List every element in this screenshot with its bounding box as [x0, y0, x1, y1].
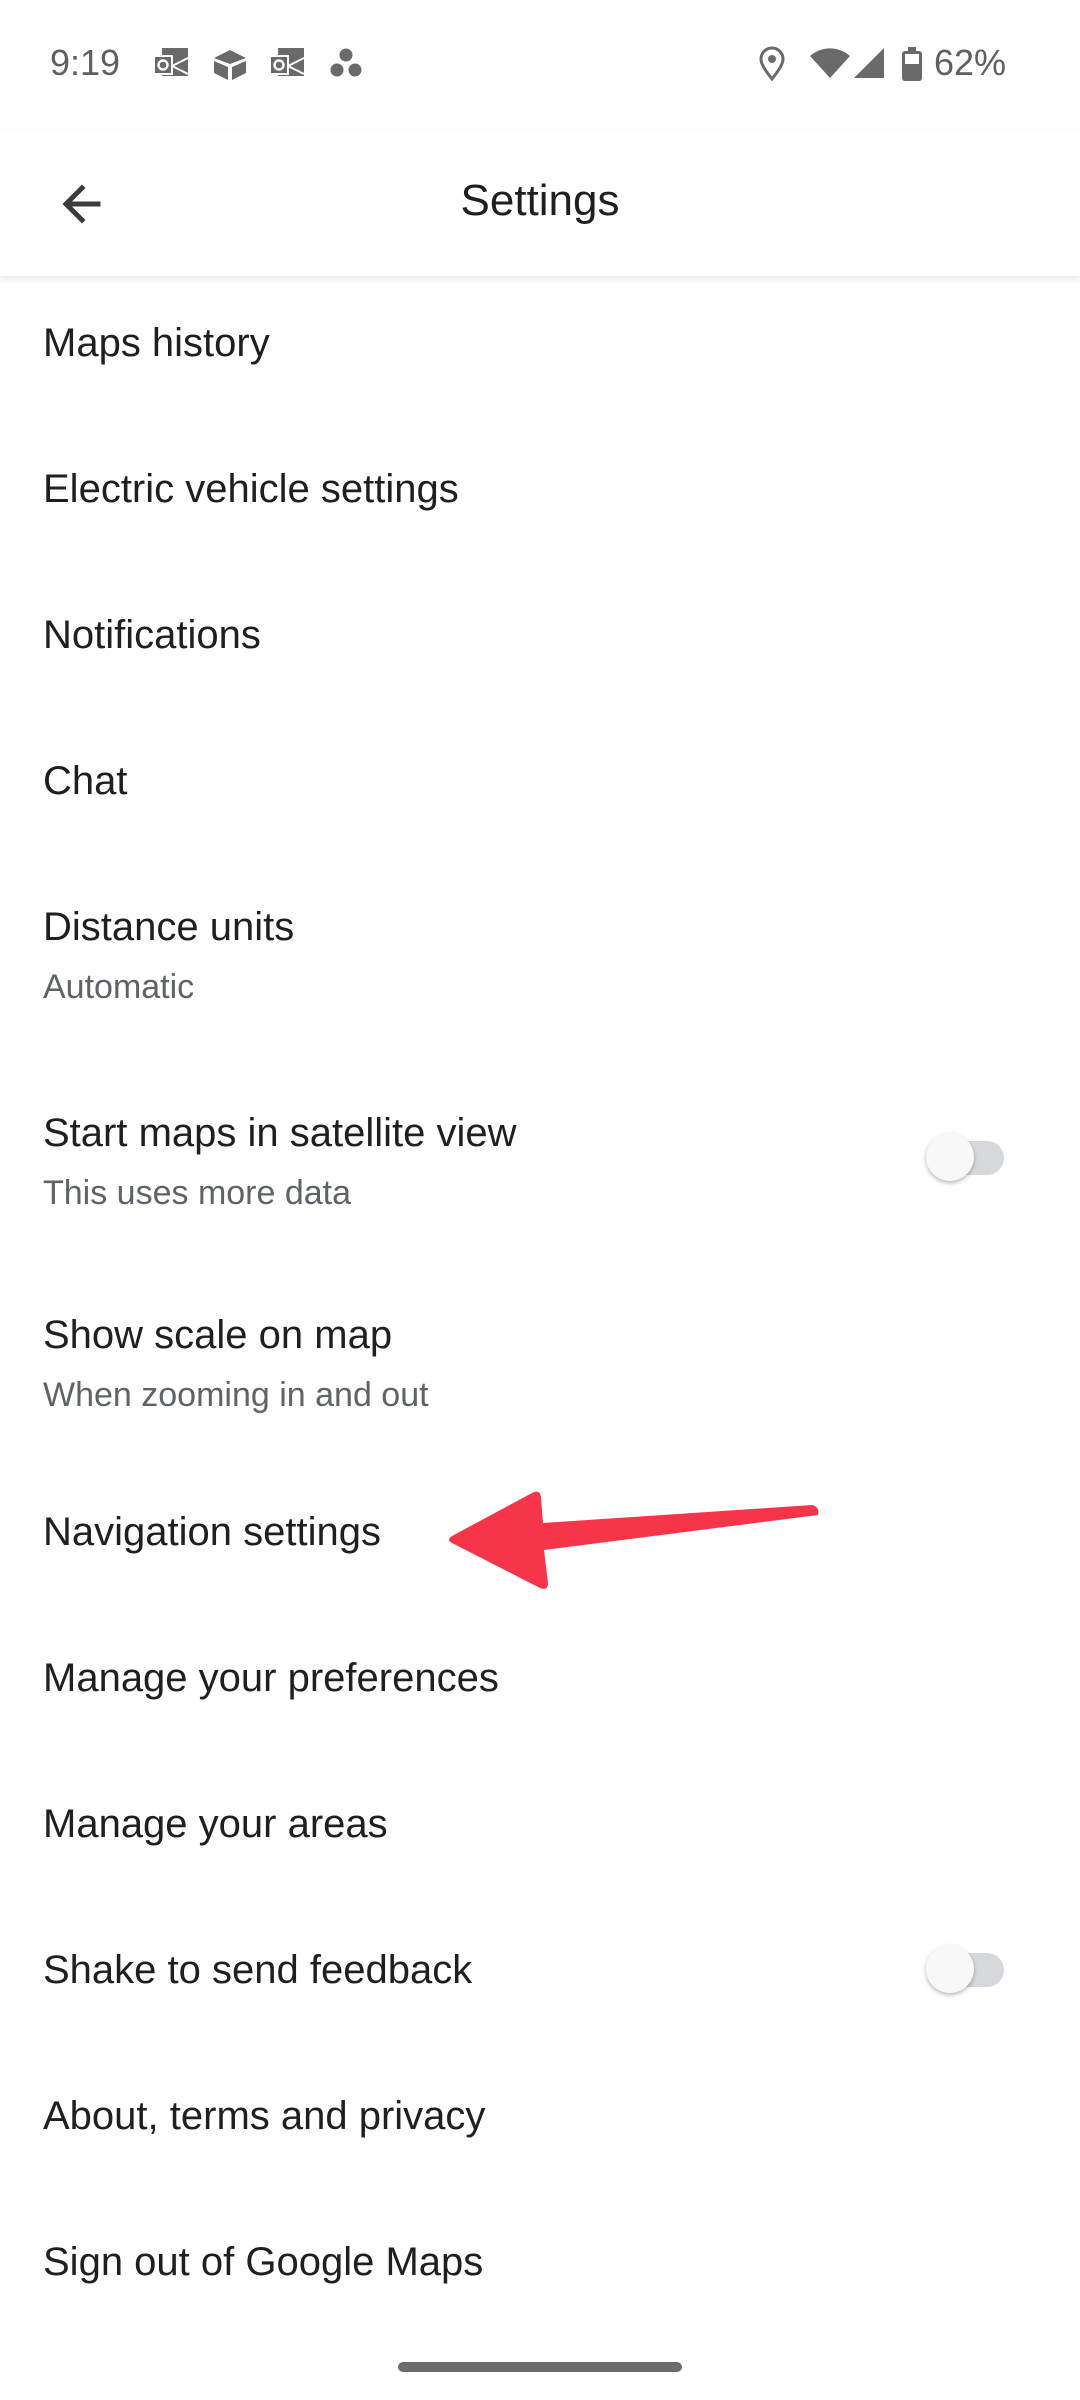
setting-label: Shake to send feedback — [43, 1948, 473, 1992]
setting-subtitle: Automatic — [43, 968, 195, 1006]
setting-sign-out[interactable]: Sign out of Google Maps — [0, 2186, 1080, 2332]
app-bar: Settings — [0, 130, 1080, 276]
annotation-arrow — [449, 1491, 819, 1589]
setting-satellite-view[interactable]: Start maps in satellite view This uses m… — [0, 1056, 1080, 1256]
satellite-view-toggle[interactable] — [926, 1127, 1010, 1187]
setting-manage-areas[interactable]: Manage your areas — [0, 1748, 1080, 1894]
signal-icon — [854, 48, 884, 78]
home-indicator[interactable] — [398, 2362, 682, 2372]
package-icon — [214, 50, 246, 80]
setting-label: Distance units — [43, 905, 295, 949]
setting-label: Electric vehicle settings — [43, 467, 459, 511]
setting-label: Show scale on map — [43, 1313, 393, 1357]
setting-manage-preferences[interactable]: Manage your preferences — [0, 1602, 1080, 1748]
setting-label: Manage your areas — [43, 1802, 388, 1846]
setting-label: Sign out of Google Maps — [43, 2240, 484, 2284]
battery-percent: 62% — [934, 42, 1007, 83]
setting-label: Start maps in satellite view — [43, 1111, 517, 1155]
setting-label: Chat — [43, 759, 128, 803]
location-icon — [759, 46, 785, 82]
setting-distance-units[interactable]: Distance units Automatic — [0, 860, 1080, 1056]
setting-label: Navigation settings — [43, 1510, 381, 1554]
setting-label: Maps history — [43, 321, 270, 365]
setting-label: Notifications — [43, 613, 261, 657]
wifi-icon — [810, 48, 850, 78]
setting-label: Manage your preferences — [43, 1656, 499, 1700]
status-time: 9:19 — [50, 42, 121, 83]
battery-icon — [902, 47, 922, 81]
setting-shake-feedback[interactable]: Shake to send feedback — [0, 1894, 1080, 2040]
setting-label: About, terms and privacy — [43, 2094, 486, 2138]
setting-about[interactable]: About, terms and privacy — [0, 2040, 1080, 2186]
setting-subtitle: When zooming in and out — [43, 1376, 429, 1414]
setting-notifications[interactable]: Notifications — [0, 568, 1080, 714]
setting-show-scale[interactable]: Show scale on map When zooming in and ou… — [0, 1256, 1080, 1456]
dots-icon — [330, 48, 362, 77]
setting-electric-vehicle[interactable]: Electric vehicle settings — [0, 422, 1080, 568]
outlook-icon — [153, 48, 189, 76]
setting-chat[interactable]: Chat — [0, 714, 1080, 860]
setting-subtitle: This uses more data — [43, 1174, 352, 1212]
shake-feedback-toggle[interactable] — [926, 1939, 1010, 1999]
status-bar: 9:19 62% — [0, 0, 1080, 130]
toggle-thumb — [926, 1133, 974, 1181]
setting-maps-history[interactable]: Maps history — [0, 276, 1080, 422]
outlook-icon — [269, 48, 305, 76]
toggle-thumb — [926, 1945, 974, 1993]
page-title: Settings — [460, 176, 620, 225]
